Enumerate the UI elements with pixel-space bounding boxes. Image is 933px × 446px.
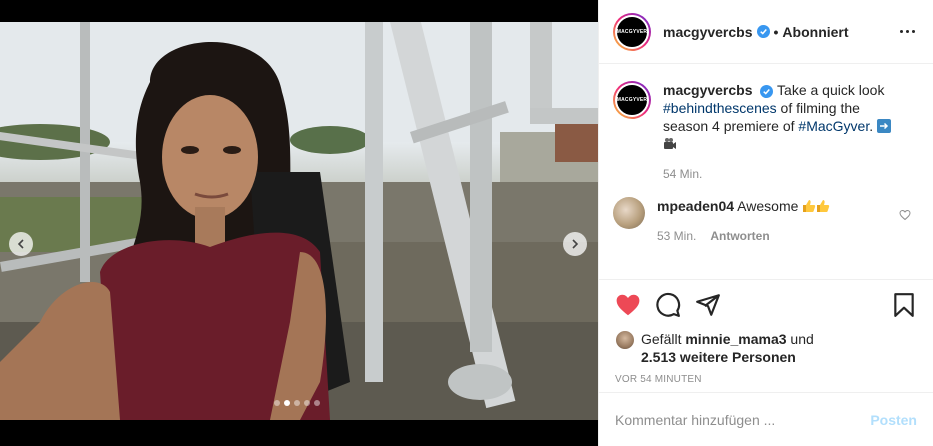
post-header: MACGYVER macgyvercbs • Abonniert xyxy=(599,0,933,64)
next-arrow-icon[interactable] xyxy=(563,232,587,256)
post-side-panel: MACGYVER macgyvercbs • Abonniert MACGYVE… xyxy=(598,0,933,446)
right-arrow-emoji-icon xyxy=(877,119,892,133)
comment-text: Awesome xyxy=(737,198,799,214)
thumbs-up-emoji-icon xyxy=(803,200,816,212)
caption-text-3: . xyxy=(869,118,874,134)
caption: MACGYVER macgyvercbs Take a quick look #… xyxy=(613,81,917,183)
hashtag-link[interactable]: #behindthescenes xyxy=(663,100,777,116)
caption-username[interactable]: macgyvercbs xyxy=(663,82,753,98)
post-username[interactable]: macgyvercbs xyxy=(663,24,753,40)
comment-time: 53 Min. xyxy=(657,229,697,243)
caption-time: 54 Min. xyxy=(663,167,703,181)
like-heart-icon[interactable] xyxy=(615,292,641,318)
likes-count[interactable]: 2.513 weitere Personen xyxy=(641,349,796,365)
add-comment-bar: Posten xyxy=(599,392,933,446)
thumbs-up-emoji-icon xyxy=(817,200,830,212)
carousel-dot xyxy=(314,400,320,406)
movie-camera-emoji-icon xyxy=(664,138,676,149)
media-panel xyxy=(0,0,598,446)
comment-bubble-icon[interactable] xyxy=(655,292,681,318)
action-bar xyxy=(615,280,917,330)
liker-avatar[interactable] xyxy=(615,330,635,350)
likes-summary: Gefällt minnie_mama3 und 2.513 weitere P… xyxy=(615,330,917,366)
follow-status-button[interactable]: Abonniert xyxy=(782,24,848,40)
carousel-dot xyxy=(304,400,310,406)
carousel-dot xyxy=(274,400,280,406)
likes-prefix: Gefällt xyxy=(641,331,682,347)
carousel-dot-active xyxy=(284,400,290,406)
post-photo[interactable] xyxy=(0,22,598,420)
more-options-icon[interactable] xyxy=(897,22,917,42)
caption-text-1: Take a quick look xyxy=(777,82,885,98)
likes-conjunction: und xyxy=(790,331,814,347)
save-bookmark-icon[interactable] xyxy=(891,292,917,318)
post-timestamp[interactable]: VOR 54 MINUTEN xyxy=(615,374,917,385)
share-direct-icon[interactable] xyxy=(695,292,721,318)
comment-username[interactable]: mpeaden04 xyxy=(657,198,734,214)
comment-meta: 53 Min. Antworten xyxy=(657,227,889,245)
action-section: Gefällt minnie_mama3 und 2.513 weitere P… xyxy=(599,279,933,389)
reply-button[interactable]: Antworten xyxy=(710,229,769,243)
previous-arrow-icon[interactable] xyxy=(9,232,33,256)
liker-username[interactable]: minnie_mama3 xyxy=(685,331,786,347)
comments-section: MACGYVER macgyvercbs Take a quick look #… xyxy=(599,65,933,279)
like-comment-heart-icon[interactable] xyxy=(899,209,911,221)
photo-illustration xyxy=(0,22,598,420)
verified-badge-icon xyxy=(760,84,774,98)
verified-badge-icon xyxy=(756,25,770,38)
comment-row: mpeaden04 Awesome 53 Min. Antworten xyxy=(613,197,917,245)
carousel-dots xyxy=(274,400,320,406)
caption-avatar[interactable]: MACGYVER xyxy=(613,81,651,119)
comment-input[interactable] xyxy=(615,411,871,428)
post-comment-button[interactable]: Posten xyxy=(870,412,917,428)
avatar-logo-text: MACGYVER xyxy=(616,28,648,35)
separator-dot: • xyxy=(773,23,779,40)
carousel-dot xyxy=(294,400,300,406)
avatar-logo-text: MACGYVER xyxy=(616,97,648,103)
hashtag-link[interactable]: #MacGyver xyxy=(798,118,869,134)
profile-avatar[interactable]: MACGYVER xyxy=(613,12,651,51)
commenter-avatar[interactable] xyxy=(613,197,645,229)
